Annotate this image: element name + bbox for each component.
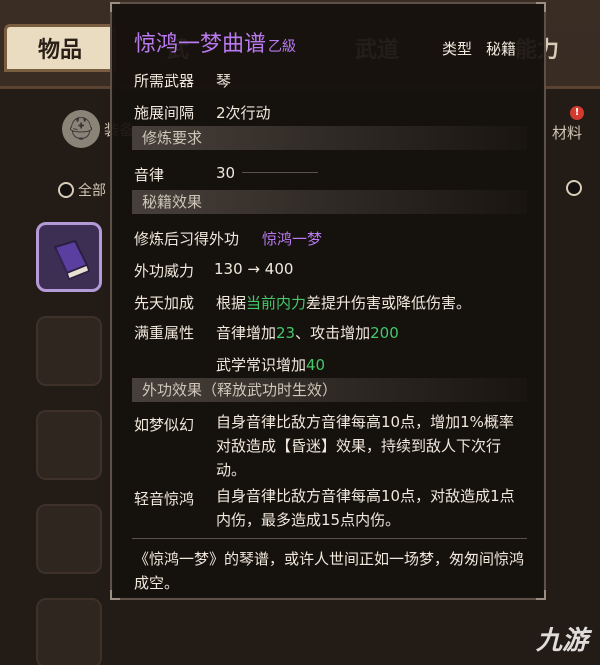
filter-label: 全部 <box>78 183 106 199</box>
type-label: 类型 <box>442 40 473 58</box>
innate-pre: 根据 <box>216 294 247 312</box>
skill2-label: 轻音惊鸿 <box>134 490 195 508</box>
item-title: 惊鸿一梦曲谱 乙級 <box>134 26 296 58</box>
divider <box>132 538 527 539</box>
corner-ornament <box>110 2 120 12</box>
weapon-value: 琴 <box>216 72 232 90</box>
arrow-icon: → <box>247 260 260 278</box>
full-1-mid: 、攻击增加 <box>295 324 371 342</box>
filter-short[interactable] <box>566 180 582 196</box>
watermark-logo: 九游 <box>535 626 588 656</box>
book-icon <box>53 239 90 280</box>
inventory-slot[interactable] <box>36 316 102 386</box>
category-materials[interactable]: 材料 <box>552 122 582 143</box>
full-1-pre: 音律增加 <box>216 324 277 342</box>
item-lore: 《惊鸿一梦》的琴谱，或许人世间正如一场梦，匆匆间惊鸿成空。 <box>134 550 525 592</box>
full-1-val2: 200 <box>370 324 399 342</box>
corner-ornament <box>536 2 546 12</box>
full-2-pre: 武学常识增加 <box>216 356 307 374</box>
interval-value: 2次行动 <box>216 104 271 122</box>
item-tooltip: 惊鸿一梦曲谱 乙級 类型 秘籍 所需武器 琴 施展间隔 2次行动 修炼要求 音律 … <box>110 2 546 600</box>
radio-icon <box>58 182 74 198</box>
power-to: 400 <box>264 260 294 278</box>
skill1-label: 如梦似幻 <box>134 416 195 434</box>
req-value: 30 <box>216 164 236 182</box>
req-label: 音律 <box>134 166 165 184</box>
inventory-slot[interactable] <box>36 504 102 574</box>
type-value: 秘籍 <box>486 40 517 58</box>
tab-items[interactable]: 物品 <box>4 24 116 72</box>
full-1-val: 23 <box>276 324 296 342</box>
divider <box>242 172 318 173</box>
external-effects-header: 外功效果（释放武功时生效） <box>132 378 527 402</box>
learn-value: 惊鸿一梦 <box>262 230 323 248</box>
full-bonus-1: 音律增加23、攻击增加200 <box>216 322 399 343</box>
corner-ornament <box>536 590 546 600</box>
power-label: 外功威力 <box>134 262 195 280</box>
effects-header: 秘籍效果 <box>132 190 527 214</box>
full-bonus-2: 武学常识增加40 <box>216 354 325 375</box>
inventory-slot-selected[interactable] <box>36 222 102 292</box>
helmet-icon: ⛑ <box>62 110 100 148</box>
skill1-description: 自身音律比敌方音律每高10点，增加1%概率对敌造成【昏迷】效果，持续到敌人下次行… <box>216 413 514 479</box>
learn-label: 修炼后习得外功 <box>134 230 240 248</box>
innate-highlight: 当前内力 <box>246 294 307 312</box>
power-from: 130 <box>214 260 243 278</box>
item-grade: 乙級 <box>268 39 297 55</box>
category-label: 材料 <box>552 124 583 142</box>
notification-badge: ! <box>570 106 584 120</box>
power-value: 130 → 400 <box>214 260 293 278</box>
inventory-slot[interactable] <box>36 410 102 480</box>
full-label: 满重属性 <box>134 324 195 342</box>
filter-all[interactable]: 全部 <box>58 180 106 200</box>
inventory-slot[interactable] <box>36 598 102 665</box>
skill2-description: 自身音律比敌方音律每高10点，对敌造成1点内伤，最多造成15点内伤。 <box>216 487 515 529</box>
innate-label: 先天加成 <box>134 294 195 312</box>
interval-label: 施展间隔 <box>134 104 195 122</box>
weapon-label: 所需武器 <box>134 72 195 90</box>
radio-icon <box>566 180 582 196</box>
full-2-val: 40 <box>306 356 326 374</box>
innate-text: 根据当前内力差提升伤害或降低伤害。 <box>216 292 471 313</box>
item-name: 惊鸿一梦曲谱 <box>134 32 267 57</box>
innate-post: 差提升伤害或降低伤害。 <box>306 294 472 312</box>
corner-ornament <box>110 590 120 600</box>
requirements-header: 修炼要求 <box>132 126 527 150</box>
